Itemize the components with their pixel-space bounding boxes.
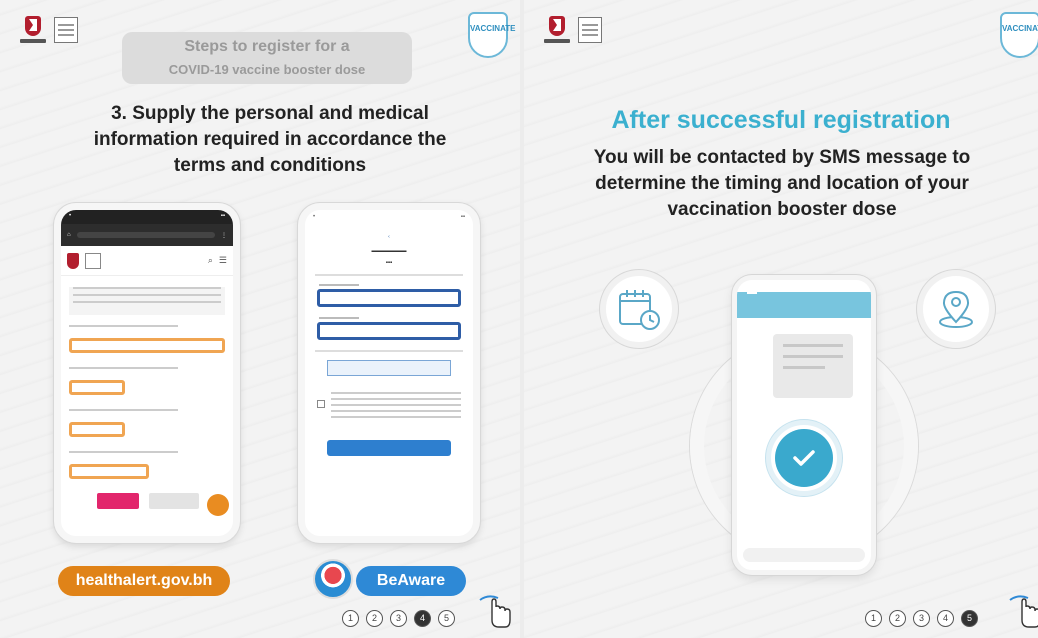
header-pill: Steps to register for a COVID-19 vaccine… [122,32,412,84]
pointing-hand-icon[interactable] [1008,590,1038,630]
phone-status-bar: • ▪▪ [313,214,465,220]
page-indicator: 1 2 3 4 5 [865,610,978,627]
after-registration-body: You will be contacted by SMS message to … [554,145,1010,223]
step-heading-line-1: 3. Supply the personal and medical [111,103,429,124]
field-caption [69,451,225,461]
page-dot[interactable]: 1 [865,610,882,627]
checkbox [317,400,325,408]
floating-action-button [207,494,229,516]
highlighted-field [69,338,225,353]
vaccinate-shield-badge: VACCINATE [468,12,515,58]
browser-menu-icon: ⋮ [221,232,227,239]
vaccinate-badge-label: VACCINATE [1002,24,1038,33]
mock-reset-button [149,493,199,509]
app-step-indicator: ▪▪▪ [385,260,393,266]
page-dot[interactable]: 2 [889,610,906,627]
mock-view-terms-button [327,360,451,376]
calendar-clock-icon [619,290,660,330]
ministry-crest-logo [544,14,570,46]
ministry-logos [20,14,78,46]
phone-mockup-app-form: • ▪▪ ‹ ▬▬▬▬▬▬▬ ▪▪▪ [298,203,480,543]
page-dot[interactable]: 3 [390,610,407,627]
highlighted-field [69,380,125,395]
checkmark-icon [793,450,815,466]
slide-after-registration: VACCINATE After successful registration … [524,0,1038,638]
location-pin-icon [939,290,973,328]
vaccinate-badge-label: VACCINATE [470,24,516,33]
registration-form-mockup [61,276,233,526]
page-dot[interactable]: 5 [438,610,455,627]
step-heading-line-2: information required in accordance the [93,129,447,150]
header-line-2: COVID-19 vaccine booster dose [168,62,366,77]
healthalert-link-pill[interactable]: healthalert.gov.bh [58,566,230,596]
vaccinate-shield-badge: VACCINATE [1000,12,1038,58]
phone-header-bar [737,292,871,318]
page-dot-active[interactable]: 4 [414,610,431,627]
page-dot[interactable]: 3 [913,610,930,627]
highlighted-field [317,322,461,340]
beaware-app-pill[interactable]: BeAware [356,566,466,596]
calendar-circle [600,270,678,348]
divider [315,350,463,352]
partner-logo-box [54,17,78,43]
field-caption [319,317,359,319]
app-back-bar: ‹ [388,234,390,240]
field-caption [69,325,225,335]
form-intro-text [69,287,225,315]
divider [315,274,463,276]
ministry-logos [544,14,602,46]
site-crest-logo [67,252,79,269]
beaware-sticker-logo [313,559,353,599]
highlighted-field [317,289,461,307]
partner-logo-box [578,17,602,43]
page-dot[interactable]: 4 [937,610,954,627]
mock-register-button [327,440,451,456]
success-check-circle [766,420,842,496]
highlighted-field [69,464,149,479]
url-field [76,232,215,238]
phone-mockup-website-form: • ▪▪ ⌂ ⋮ ⌕ ☰ [54,203,240,543]
body-line-1: You will be contacted by SMS message to [593,147,971,168]
site-partner-logo [85,252,101,269]
slide-registration-step-3: VACCINATE Steps to register for a COVID-… [0,0,520,638]
mock-submit-button [97,493,139,509]
sms-message-bubble [773,334,853,398]
hamburger-menu-icon: ☰ [218,255,227,265]
form-buttons [69,493,225,509]
phone-status-bar: • ▪▪ [61,210,233,224]
browser-url-bar: ⌂ ⋮ [61,224,233,246]
terms-checkbox-row [317,388,461,422]
field-caption [69,367,225,377]
location-circle [917,270,995,348]
body-line-3: vaccination booster dose [667,199,897,220]
pointing-hand-icon[interactable] [478,590,512,630]
search-icon: ⌕ [207,255,213,265]
highlighted-field [69,422,125,437]
header-line-1: Steps to register for a [184,38,350,55]
home-icon: ⌂ [67,232,71,238]
sms-phone-illustration [732,275,876,575]
body-line-2: determine the timing and location of you… [595,173,969,194]
step-heading: 3. Supply the personal and medical infor… [40,101,500,179]
ministry-crest-logo [20,14,46,46]
page-dot[interactable]: 2 [366,610,383,627]
page-indicator: 1 2 3 4 5 [342,610,455,627]
after-registration-title: After successful registration [611,106,951,134]
message-input-bar [743,548,865,562]
field-caption [319,284,359,286]
page-dot[interactable]: 1 [342,610,359,627]
step-heading-line-3: terms and conditions [173,155,367,176]
app-form-title: ▬▬▬▬▬▬▬ [371,248,407,254]
page-dot-active[interactable]: 5 [961,610,978,627]
field-caption [69,409,225,419]
site-header: ⌕ ☰ [61,246,233,276]
